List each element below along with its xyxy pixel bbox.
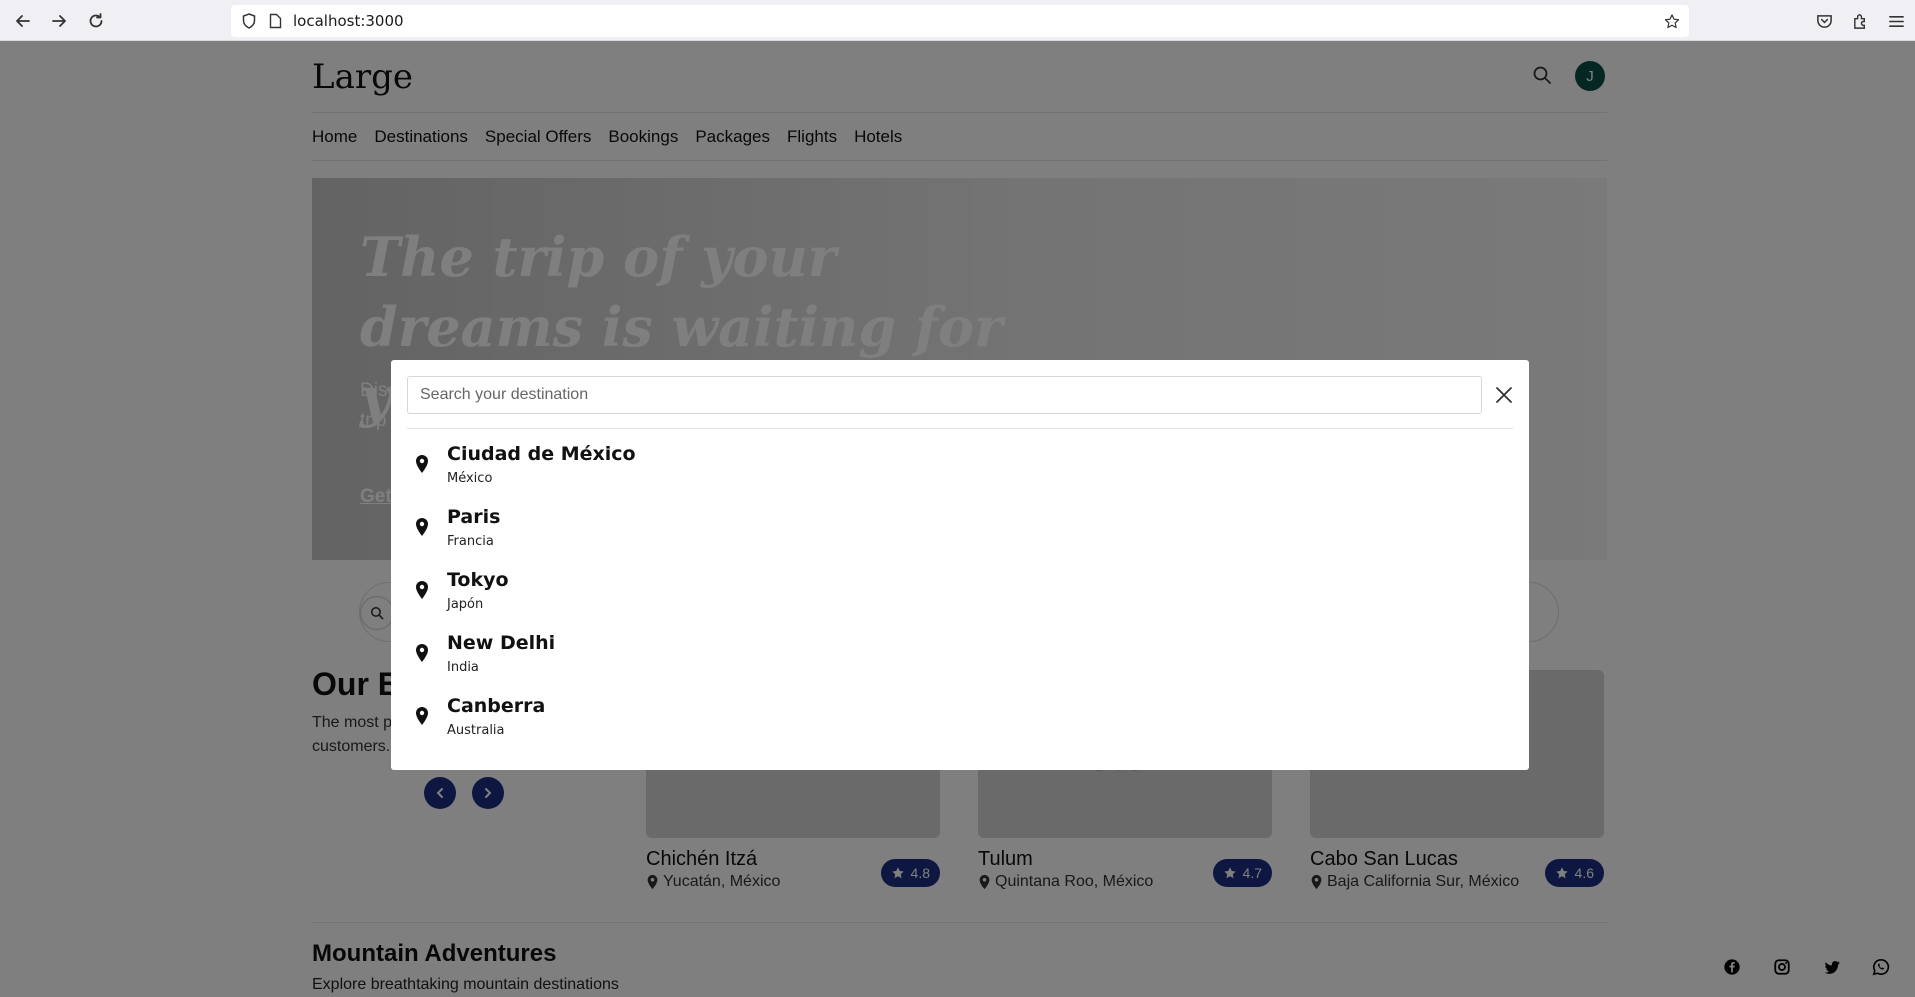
- pocket-icon[interactable]: [1814, 11, 1834, 31]
- search-modal: Ciudad de México México Paris Francia To…: [391, 360, 1529, 770]
- result-city: Canberra: [447, 695, 546, 717]
- search-result-item[interactable]: Paris Francia: [407, 500, 1513, 563]
- back-icon[interactable]: [11, 9, 35, 33]
- address-bar[interactable]: localhost:3000: [231, 5, 1689, 37]
- destination-search-input[interactable]: [407, 376, 1482, 414]
- close-icon[interactable]: [1489, 380, 1519, 410]
- menu-icon[interactable]: [1886, 11, 1906, 31]
- forward-icon[interactable]: [47, 9, 71, 33]
- map-pin-icon: [416, 581, 428, 599]
- map-pin-icon: [416, 518, 428, 536]
- browser-toolbar: localhost:3000: [0, 0, 1915, 41]
- search-result-item[interactable]: Tokyo Japón: [407, 563, 1513, 626]
- result-country: Japón: [447, 597, 484, 612]
- reload-icon[interactable]: [84, 9, 108, 33]
- shield-icon[interactable]: [241, 13, 257, 29]
- result-country: México: [447, 471, 493, 486]
- modal-divider: [407, 428, 1513, 429]
- page-content: Large J Home Destinations Special Offers…: [0, 41, 1915, 997]
- result-country: Francia: [447, 534, 494, 549]
- search-result-item[interactable]: Canberra Australia: [407, 689, 1513, 752]
- page-icon: [267, 13, 283, 29]
- map-pin-icon: [416, 644, 428, 662]
- result-city: New Delhi: [447, 632, 556, 654]
- url-text: localhost:3000: [293, 12, 404, 30]
- result-country: Australia: [447, 723, 505, 738]
- bookmark-star-icon[interactable]: [1664, 13, 1680, 29]
- map-pin-icon: [416, 707, 428, 725]
- extensions-icon[interactable]: [1850, 11, 1870, 31]
- search-result-item[interactable]: Ciudad de México México: [407, 437, 1513, 500]
- map-pin-icon: [416, 455, 428, 473]
- result-city: Tokyo: [447, 569, 509, 591]
- search-result-item[interactable]: New Delhi India: [407, 626, 1513, 689]
- search-results-list: Ciudad de México México Paris Francia To…: [407, 437, 1513, 752]
- result-country: India: [447, 660, 479, 675]
- result-city: Paris: [447, 506, 501, 528]
- result-city: Ciudad de México: [447, 443, 636, 465]
